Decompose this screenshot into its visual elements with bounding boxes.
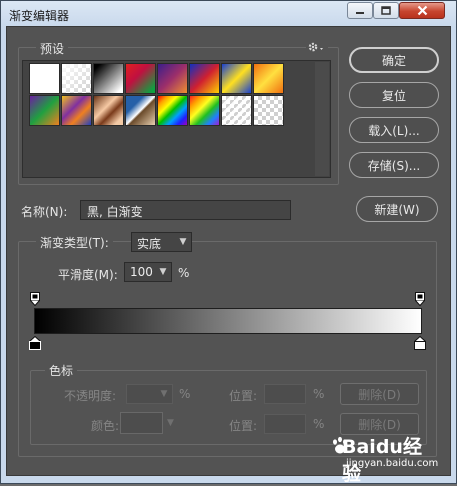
opacity-unit: %: [179, 387, 191, 401]
close-button[interactable]: [399, 2, 445, 19]
delete-opacity-stop-button[interactable]: 删除(D): [340, 383, 419, 405]
opacity-stop-left[interactable]: [30, 292, 40, 306]
chevron-down-icon: ▼: [167, 418, 174, 428]
new-button[interactable]: 新建(W): [356, 196, 438, 222]
name-label: 名称(N):: [21, 205, 68, 219]
smoothness-unit: %: [178, 266, 190, 280]
load-button[interactable]: 载入(L)...: [349, 117, 439, 143]
preset-swatch-black-white[interactable]: [93, 63, 124, 94]
chevron-down-icon: ▼: [179, 237, 187, 247]
color-location-unit: %: [313, 417, 325, 431]
opacity-location-field[interactable]: [264, 384, 306, 404]
reset-button[interactable]: 复位: [349, 82, 439, 108]
gradient-type-select[interactable]: 实底 ▼: [131, 232, 192, 252]
gradient-preview-bar[interactable]: [34, 308, 422, 334]
watermark-url: jingyan.baidu.com: [346, 458, 439, 469]
preset-swatch-spectrum[interactable]: [157, 95, 188, 126]
preset-swatch-transparent-white[interactable]: [61, 63, 92, 94]
preset-swatch-white[interactable]: [29, 63, 60, 94]
gradient-type-value: 实底: [137, 237, 162, 251]
preset-swatch-red-green[interactable]: [125, 63, 156, 94]
smoothness-value: 100: [130, 265, 153, 279]
preset-swatch-area: [22, 60, 331, 178]
opacity-stop-right[interactable]: [415, 292, 425, 306]
close-icon: [417, 5, 427, 16]
preset-scrollbar[interactable]: [315, 62, 329, 176]
window-title: 渐变编辑器: [9, 9, 70, 23]
preset-swatch-violet-green-orange[interactable]: [29, 95, 60, 126]
presets-menu-button[interactable]: [306, 40, 328, 54]
save-button[interactable]: 存储(S)...: [349, 152, 439, 178]
chevron-down-icon: ▼: [159, 267, 167, 277]
color-swatch-field[interactable]: [120, 412, 163, 434]
chevron-down-icon: ▼: [160, 389, 168, 399]
presets-legend: 预设: [36, 40, 69, 57]
maximize-icon: [381, 6, 391, 15]
ok-button[interactable]: 确定: [349, 47, 439, 73]
minimize-button[interactable]: [347, 2, 373, 19]
preset-swatch-copper[interactable]: [93, 95, 124, 126]
opacity-select[interactable]: ▼: [126, 384, 173, 404]
preset-swatch-transparent-stripes[interactable]: [221, 95, 252, 126]
preset-swatch-yellow-violet-orange-blue[interactable]: [61, 95, 92, 126]
preset-swatch-chrome[interactable]: [125, 95, 156, 126]
opacity-location-unit: %: [313, 387, 325, 401]
color-location-label: 位置:: [229, 419, 258, 433]
color-stop-left[interactable]: [29, 336, 41, 350]
title-bar[interactable]: 渐变编辑器: [1, 1, 456, 27]
color-label: 颜色:: [91, 419, 120, 433]
name-field[interactable]: 黑, 白渐变: [80, 200, 291, 220]
baidu-watermark: Baidu经验 jingyan.baidu.com: [330, 430, 440, 485]
preset-swatch-transparent-rainbow[interactable]: [189, 95, 220, 126]
preset-swatch-blue-red-yellow[interactable]: [189, 63, 220, 94]
minimize-icon: [356, 11, 364, 14]
color-stops-legend: 色标: [45, 362, 78, 379]
preset-swatch-violet-orange[interactable]: [157, 63, 188, 94]
gear-icon: [308, 42, 323, 52]
preset-swatch-orange-yellow-orange[interactable]: [253, 63, 284, 94]
smoothness-label: 平滑度(M):: [58, 268, 118, 282]
gradient-type-label: 渐变类型(T):: [36, 234, 113, 251]
preset-swatch-checker[interactable]: [253, 95, 284, 126]
color-stop-right[interactable]: [414, 336, 426, 350]
opacity-location-label: 位置:: [229, 389, 258, 403]
smoothness-select[interactable]: 100 ▼: [124, 262, 172, 282]
color-location-field[interactable]: [264, 414, 306, 434]
preset-swatch-blue-yellow-blue[interactable]: [221, 63, 252, 94]
maximize-button[interactable]: [373, 2, 399, 19]
opacity-label: 不透明度:: [64, 389, 117, 403]
